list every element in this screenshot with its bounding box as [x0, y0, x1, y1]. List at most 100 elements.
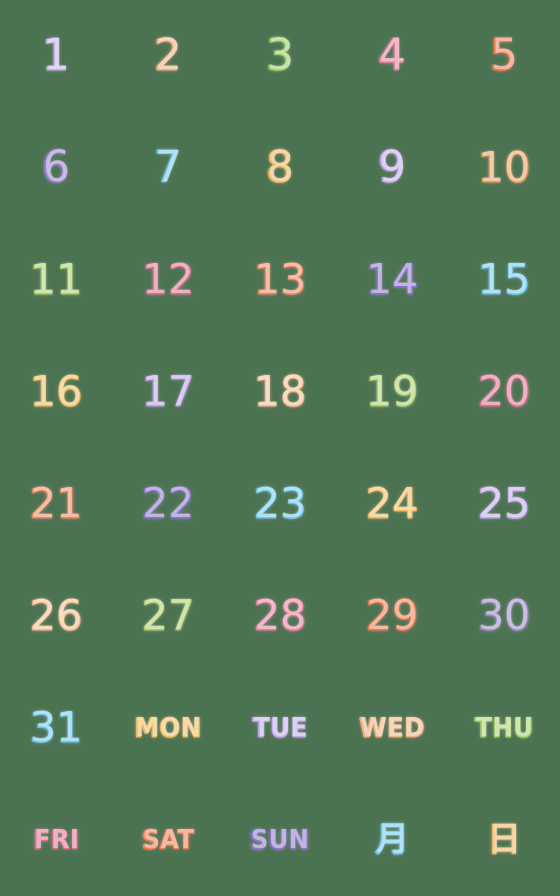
- sticker-SAT[interactable]: SAT SAT: [112, 784, 224, 896]
- sticker-label: 3: [265, 30, 295, 81]
- sticker-label: 日: [486, 820, 522, 860]
- sticker-glyph: 66: [41, 142, 71, 193]
- sticker-label: 30: [477, 591, 531, 640]
- sticker-label: 8: [265, 142, 295, 193]
- sticker-SUN[interactable]: SUN SUN: [224, 784, 336, 896]
- sticker-day-19[interactable]: 19 19: [336, 336, 448, 448]
- sticker-day-13[interactable]: 13 13: [224, 224, 336, 336]
- sticker-glyph: WED WED: [359, 714, 425, 742]
- sticker-label: 24: [365, 479, 419, 528]
- sticker-day-17[interactable]: 17 17: [112, 336, 224, 448]
- sticker-day-30[interactable]: 30 30: [448, 560, 560, 672]
- sticker-glyph: THU THU: [474, 714, 533, 742]
- sticker-glyph: 31 31: [29, 706, 83, 749]
- sticker-label: 7: [153, 142, 183, 193]
- sticker-MON[interactable]: MON MON: [112, 672, 224, 784]
- sticker-label: 18: [253, 367, 307, 416]
- sticker-label: 4: [377, 30, 407, 81]
- sticker-glyph: 日日: [486, 820, 522, 860]
- sticker-day-6[interactable]: 66: [0, 112, 112, 224]
- sticker-label: 9: [377, 142, 407, 193]
- sticker-glyph: 22: [153, 30, 183, 81]
- sticker-glyph: 10 10: [477, 146, 531, 189]
- sticker-glyph: 11: [41, 33, 71, 78]
- sticker-glyph: 29 29: [365, 591, 419, 640]
- sticker-TUE[interactable]: TUE TUE: [224, 672, 336, 784]
- sticker-day-24[interactable]: 24 24: [336, 448, 448, 560]
- sticker-day-23[interactable]: 23 23: [224, 448, 336, 560]
- sticker-glyph: 44: [377, 30, 407, 81]
- sticker-glyph: 25 25: [477, 479, 531, 528]
- sticker-月[interactable]: 月月: [336, 784, 448, 896]
- sticker-glyph: 27 27: [141, 591, 195, 640]
- sticker-day-7[interactable]: 77: [112, 112, 224, 224]
- sticker-day-20[interactable]: 20 20: [448, 336, 560, 448]
- sticker-day-25[interactable]: 25 25: [448, 448, 560, 560]
- sticker-glyph: TUE TUE: [252, 712, 308, 744]
- sticker-glyph: 13 13: [253, 255, 307, 304]
- sticker-glyph: 88: [265, 142, 295, 193]
- sticker-day-1[interactable]: 11: [0, 0, 112, 112]
- sticker-label: 26: [29, 591, 83, 640]
- sticker-label: 27: [141, 591, 195, 640]
- sticker-day-14[interactable]: 14 14: [336, 224, 448, 336]
- sticker-day-2[interactable]: 22: [112, 0, 224, 112]
- sticker-day-21[interactable]: 21 21: [0, 448, 112, 560]
- sticker-glyph: 17 17: [141, 370, 195, 413]
- sticker-glyph: 99: [377, 142, 407, 193]
- sticker-日[interactable]: 日日: [448, 784, 560, 896]
- sticker-glyph: MON MON: [134, 714, 202, 742]
- sticker-day-26[interactable]: 26 26: [0, 560, 112, 672]
- sticker-day-5[interactable]: 55: [448, 0, 560, 112]
- sticker-day-12[interactable]: 12 12: [112, 224, 224, 336]
- sticker-glyph: 14 14: [365, 255, 419, 304]
- sticker-label: 14: [365, 255, 419, 304]
- sticker-day-18[interactable]: 18 18: [224, 336, 336, 448]
- sticker-label: 6: [41, 142, 71, 193]
- sticker-WED[interactable]: WED WED: [336, 672, 448, 784]
- sticker-label: 12: [141, 255, 195, 304]
- sticker-label: FRI: [32, 824, 80, 856]
- sticker-day-28[interactable]: 28 28: [224, 560, 336, 672]
- sticker-glyph: 16 16: [29, 367, 83, 416]
- sticker-label: 29: [365, 591, 419, 640]
- sticker-glyph: 12 12: [141, 255, 195, 304]
- sticker-label: SAT: [141, 824, 195, 856]
- sticker-day-15[interactable]: 15 15: [448, 224, 560, 336]
- sticker-glyph: 30 30: [477, 591, 531, 640]
- sticker-label: 15: [477, 255, 531, 304]
- sticker-label: 22: [141, 479, 195, 528]
- sticker-glyph: 28 28: [253, 594, 307, 637]
- sticker-label: 23: [253, 479, 307, 528]
- sticker-glyph: 20 20: [477, 370, 531, 413]
- sticker-day-29[interactable]: 29 29: [336, 560, 448, 672]
- sticker-glyph: 18 18: [253, 367, 307, 416]
- sticker-day-8[interactable]: 88: [224, 112, 336, 224]
- sticker-day-16[interactable]: 16 16: [0, 336, 112, 448]
- sticker-glyph: SUN SUN: [250, 826, 310, 854]
- sticker-day-10[interactable]: 10 10: [448, 112, 560, 224]
- sticker-FRI[interactable]: FRI FRI: [0, 784, 112, 896]
- sticker-label: 11: [29, 255, 83, 304]
- sticker-glyph: 15 15: [477, 255, 531, 304]
- sticker-label: 19: [365, 367, 419, 416]
- sticker-glyph: 55: [489, 33, 519, 78]
- sticker-day-27[interactable]: 27 27: [112, 560, 224, 672]
- sticker-glyph: 33: [265, 30, 295, 81]
- sticker-glyph: 26 26: [29, 591, 83, 640]
- sticker-THU[interactable]: THU THU: [448, 672, 560, 784]
- sticker-glyph: FRI FRI: [32, 824, 80, 856]
- sticker-label: 2: [153, 30, 183, 81]
- sticker-label: 25: [477, 479, 531, 528]
- sticker-label: 13: [253, 255, 307, 304]
- sticker-label: 16: [29, 367, 83, 416]
- sticker-label: TUE: [252, 712, 308, 744]
- sticker-day-31[interactable]: 31 31: [0, 672, 112, 784]
- sticker-day-4[interactable]: 44: [336, 0, 448, 112]
- sticker-day-22[interactable]: 22 22: [112, 448, 224, 560]
- sticker-day-9[interactable]: 99: [336, 112, 448, 224]
- sticker-label: 21: [29, 479, 83, 528]
- sticker-glyph: 23 23: [253, 479, 307, 528]
- sticker-day-11[interactable]: 11 11: [0, 224, 112, 336]
- sticker-day-3[interactable]: 33: [224, 0, 336, 112]
